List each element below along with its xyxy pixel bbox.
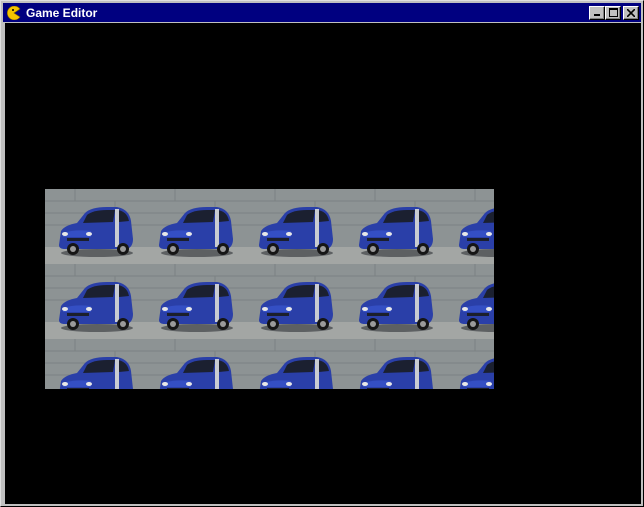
car-image-tile (145, 189, 245, 264)
maximize-button[interactable] (605, 5, 621, 20)
game-editor-window: Game Editor (0, 0, 644, 507)
car-image-tile (445, 339, 494, 389)
minimize-button[interactable] (589, 5, 605, 20)
close-button[interactable] (623, 5, 639, 20)
title-bar[interactable]: Game Editor (3, 3, 641, 22)
car-image-tile (345, 264, 445, 339)
close-icon (627, 8, 635, 17)
car-image-tile (345, 339, 445, 389)
car-image-tile (45, 339, 145, 389)
car-image-tile (45, 264, 145, 339)
car-image-tile (445, 189, 494, 264)
car-image-tile (345, 189, 445, 264)
car-image-tile (145, 264, 245, 339)
maximize-icon (608, 8, 618, 17)
pacman-app-icon[interactable] (6, 5, 22, 21)
window-title: Game Editor (26, 5, 98, 20)
car-image-tile (245, 189, 345, 264)
car-image-tile (245, 339, 345, 389)
game-canvas[interactable] (5, 23, 641, 504)
tiled-image-actor[interactable] (45, 189, 494, 389)
car-image-tile (45, 189, 145, 264)
minimize-icon (594, 14, 600, 16)
car-image-tile (145, 339, 245, 389)
car-image-tile (245, 264, 345, 339)
window-controls (589, 5, 639, 20)
car-image-tile (445, 264, 494, 339)
